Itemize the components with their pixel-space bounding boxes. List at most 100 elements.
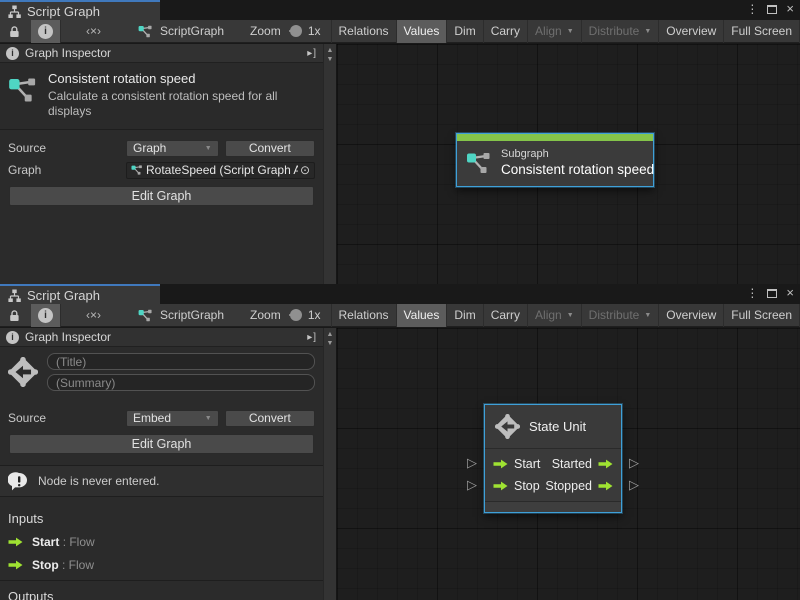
graph-type-label: ScriptGraph [160,308,224,322]
code-view-button[interactable]: ‹×› [79,20,108,43]
convert-button[interactable]: Convert [225,140,315,157]
inspector-toggle-button[interactable]: i [31,304,61,327]
lock-button[interactable] [2,20,27,43]
object-picker-icon[interactable]: ⊙ [298,163,312,177]
values-button[interactable]: Values [397,20,448,43]
tab-script-graph[interactable]: Script Graph [0,0,160,20]
inspector-title: Graph Inspector [25,330,301,344]
graph-object-field[interactable]: RotateSpeed (Script Graph A ⊙ [126,162,315,179]
scroll-up-icon[interactable]: ▲ [327,46,334,55]
source-dropdown[interactable]: Embed ▼ [126,410,219,427]
tab-bar: Script Graph ⋮ × [0,0,800,20]
window-menu-icon[interactable]: ⋮ [746,287,758,299]
graph-type-label: ScriptGraph [160,24,224,38]
distribute-dropdown[interactable]: Distribute▼ [582,304,660,327]
close-icon[interactable]: × [786,3,794,15]
lock-icon [9,309,20,322]
fullscreen-button[interactable]: Full Screen [724,20,800,43]
script-graph-tab-icon [8,289,21,302]
output-port-stopped[interactable]: Stopped [545,479,613,493]
tab-script-graph[interactable]: Script Graph [0,284,160,304]
source-row: Source Embed ▼ Convert [8,409,315,427]
window-controls: ⋮ × [746,3,794,15]
subgraph-node-title: Consistent rotation speed [501,162,654,177]
graph-toolbar: i ‹×› ScriptGraph Zoom 1x Relations Valu… [0,304,800,327]
subgraph-node[interactable]: Subgraph Consistent rotation speed [456,133,654,187]
subgraph-icon [8,75,38,105]
overview-button[interactable]: Overview [659,20,724,43]
scroll-down-icon[interactable]: ▼ [327,55,334,64]
graph-canvas[interactable]: State Unit Start Started [337,328,800,600]
zoom-slider[interactable] [289,30,299,32]
flow-arrow-icon [8,560,23,570]
lock-button[interactable] [2,304,27,327]
dock-icon[interactable]: ▸] [307,48,317,59]
warning-text: Node is never entered. [38,474,159,488]
dim-button[interactable]: Dim [447,304,483,327]
info-icon: i [6,331,19,344]
edit-graph-button[interactable]: Edit Graph [9,434,314,454]
lock-icon [9,25,20,38]
input-port-stop[interactable]: Stop [493,479,540,493]
script-graph-window-top: Script Graph ⋮ × i ‹×› ScriptGraph Zoom [0,0,800,284]
chevron-down-icon: ▼ [567,312,574,319]
inspector-scrollbar[interactable]: ▲ ▼ [323,328,336,600]
chevron-down-icon: ▼ [644,312,651,319]
relations-button[interactable]: Relations [332,304,397,327]
source-row: Source Graph ▼ Convert [8,139,315,157]
align-dropdown[interactable]: Align▼ [528,304,582,327]
scroll-up-icon[interactable]: ▲ [327,330,334,339]
external-port-triangle[interactable]: ▷ [629,456,639,469]
dim-button[interactable]: Dim [447,20,483,43]
graph-type-indicator: ScriptGraph [138,24,224,39]
values-button[interactable]: Values [397,304,448,327]
state-unit-node[interactable]: State Unit Start Started [484,404,622,513]
state-unit-node-footer [485,501,621,512]
inspector-toggle-button[interactable]: i [31,20,61,43]
source-label: Source [8,141,126,155]
zoom-value: 1x [308,24,321,38]
convert-button[interactable]: Convert [225,410,315,427]
align-dropdown[interactable]: Align▼ [528,20,582,43]
zoom-slider-handle[interactable] [290,309,302,321]
graph-type-indicator: ScriptGraph [138,308,224,323]
external-port-triangle[interactable]: ▷ [467,478,477,491]
unity-editor-stage: Script Graph ⋮ × i ‹×› ScriptGraph Zoom [0,0,800,600]
inspector-scrollbar[interactable]: ▲ ▼ [323,44,336,284]
graph-object-value: RotateSpeed (Script Graph A [146,163,298,177]
script-graph-icon [138,24,153,39]
window-menu-icon[interactable]: ⋮ [746,3,758,15]
zoom-slider-handle[interactable] [290,25,302,37]
outputs-heading: Outputs [8,589,315,600]
graph-inspector-header: i Graph Inspector ▸] [0,44,323,63]
carry-button[interactable]: Carry [484,20,528,43]
fullscreen-button[interactable]: Full Screen [724,304,800,327]
zoom-slider[interactable] [289,314,299,316]
input-port-start[interactable]: Start [493,457,540,471]
source-dropdown[interactable]: Graph ▼ [126,140,219,157]
overview-button[interactable]: Overview [659,304,724,327]
distribute-dropdown[interactable]: Distribute▼ [582,20,660,43]
title-input[interactable] [47,353,315,370]
flow-arrow-icon [598,459,613,469]
flow-arrow-icon [8,537,23,547]
script-graph-window-bottom: Script Graph ⋮ × i ‹×› ScriptGraph Zoom [0,284,800,600]
external-port-triangle[interactable]: ▷ [467,456,477,469]
outputs-section: Outputs [0,581,323,600]
code-view-button[interactable]: ‹×› [79,304,108,327]
summary-input[interactable] [47,374,315,391]
maximize-icon[interactable] [767,5,777,14]
maximize-icon[interactable] [767,289,777,298]
scroll-down-icon[interactable]: ▼ [327,339,334,348]
node-port-row: Start Started [493,453,613,475]
output-port-started[interactable]: Started [552,457,613,471]
relations-button[interactable]: Relations [332,20,397,43]
carry-button[interactable]: Carry [484,304,528,327]
dock-icon[interactable]: ▸] [307,332,317,343]
edit-graph-button[interactable]: Edit Graph [9,186,314,206]
state-unit-node-title: State Unit [529,419,586,434]
close-icon[interactable]: × [786,287,794,299]
external-port-triangle[interactable]: ▷ [629,478,639,491]
graph-field-label: Graph [8,163,126,177]
graph-canvas[interactable]: Subgraph Consistent rotation speed [337,44,800,284]
